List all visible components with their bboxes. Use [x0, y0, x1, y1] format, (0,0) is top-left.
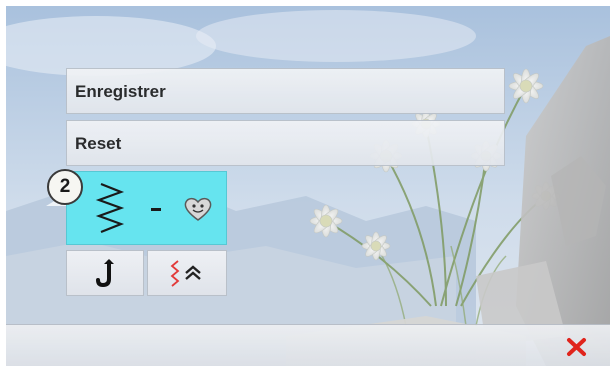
- separator-dash: [151, 208, 161, 211]
- stitch-combination-tile[interactable]: [66, 171, 227, 245]
- stitch-move-up-button[interactable]: [147, 250, 227, 296]
- reset-button[interactable]: Reset: [66, 120, 505, 166]
- heart-motif-icon: [184, 197, 212, 221]
- zigzag-stitch-icon: [95, 182, 125, 234]
- sewing-machine-screen: Enregistrer Reset 2: [0, 0, 616, 372]
- combination-number-badge: 2: [47, 169, 83, 205]
- close-icon[interactable]: [562, 333, 592, 361]
- needle-stop-icon: [96, 259, 114, 288]
- save-button[interactable]: Enregistrer: [66, 68, 505, 114]
- needle-stop-button[interactable]: [66, 250, 144, 296]
- bottom-bar: [6, 324, 610, 366]
- stitch-move-up-icon: [170, 260, 201, 287]
